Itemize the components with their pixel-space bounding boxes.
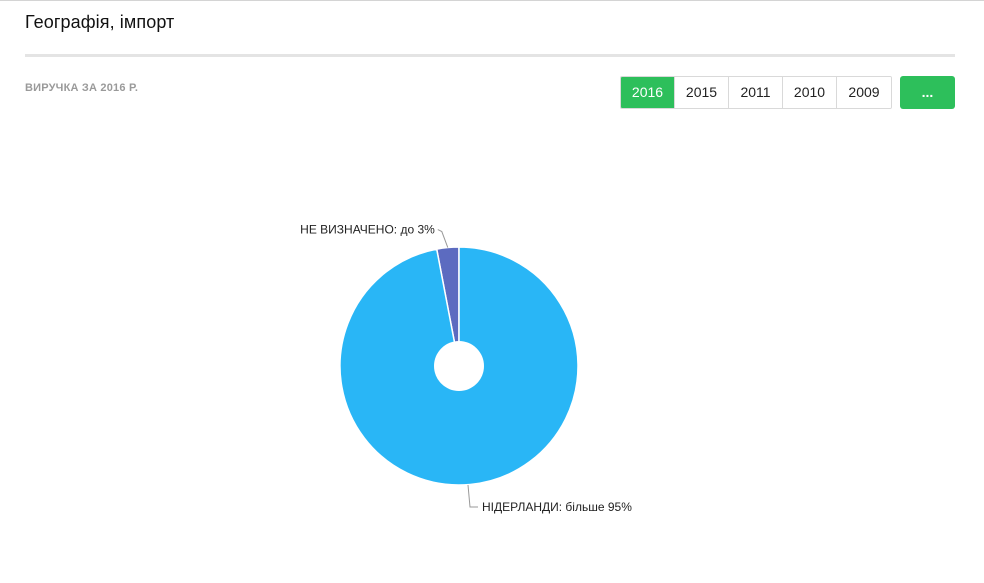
label-connector-undetermined xyxy=(437,229,449,248)
pie-center-hole xyxy=(434,341,484,391)
pie-chart: НЕ ВИЗНАЧЕНО: до 3% НІДЕРЛАНДИ: більше 95… xyxy=(300,223,632,514)
label-connector-netherlands xyxy=(467,484,478,508)
slice-label-undetermined: НЕ ВИЗНАЧЕНО: до 3% xyxy=(300,223,435,237)
slice-label-netherlands: НІДЕРЛАНДИ: більше 95% xyxy=(482,500,632,514)
